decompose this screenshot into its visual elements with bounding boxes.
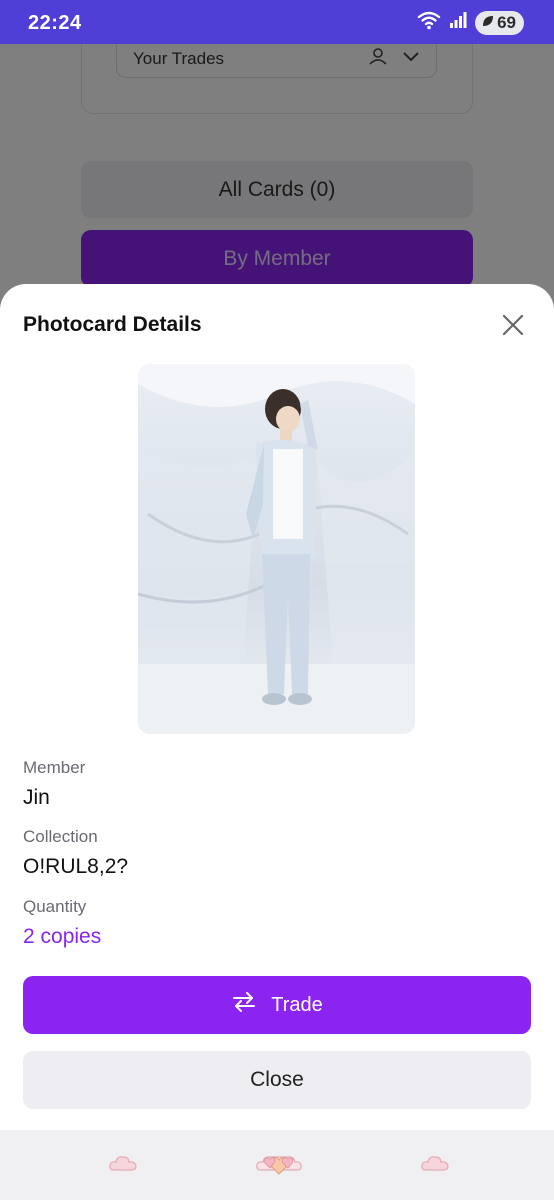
bottom-nav xyxy=(0,1130,554,1200)
collection-label: Collection xyxy=(23,827,98,846)
wifi-icon xyxy=(417,10,441,35)
battery-indicator: 69 xyxy=(475,10,524,35)
trade-button[interactable]: Trade xyxy=(23,976,531,1034)
status-icons: 69 xyxy=(417,10,524,35)
status-bar: 22:24 69 xyxy=(0,0,554,44)
quantity-label: Quantity xyxy=(23,897,87,916)
cloud-icon[interactable] xyxy=(108,1152,138,1179)
trade-button-label: Trade xyxy=(271,993,323,1016)
sheet-title: Photocard Details xyxy=(23,313,202,336)
close-icon[interactable] xyxy=(498,310,528,340)
collection-value: O!RUL8,2? xyxy=(23,855,129,878)
swap-arrows-icon xyxy=(231,991,257,1019)
quantity-value: 2 copies xyxy=(23,925,102,948)
close-button[interactable]: Close xyxy=(23,1051,531,1109)
leaf-icon xyxy=(481,13,495,33)
member-label: Member xyxy=(23,758,86,777)
member-value: Jin xyxy=(23,786,50,809)
battery-level: 69 xyxy=(497,12,516,32)
status-time: 22:24 xyxy=(28,12,82,34)
hearts-icon[interactable] xyxy=(256,1148,302,1183)
photocard-details-sheet: Photocard Details Member Jin Collection … xyxy=(0,284,554,1130)
signal-icon xyxy=(449,11,467,34)
cloud-icon[interactable] xyxy=(420,1152,450,1179)
photocard-image xyxy=(138,364,415,734)
